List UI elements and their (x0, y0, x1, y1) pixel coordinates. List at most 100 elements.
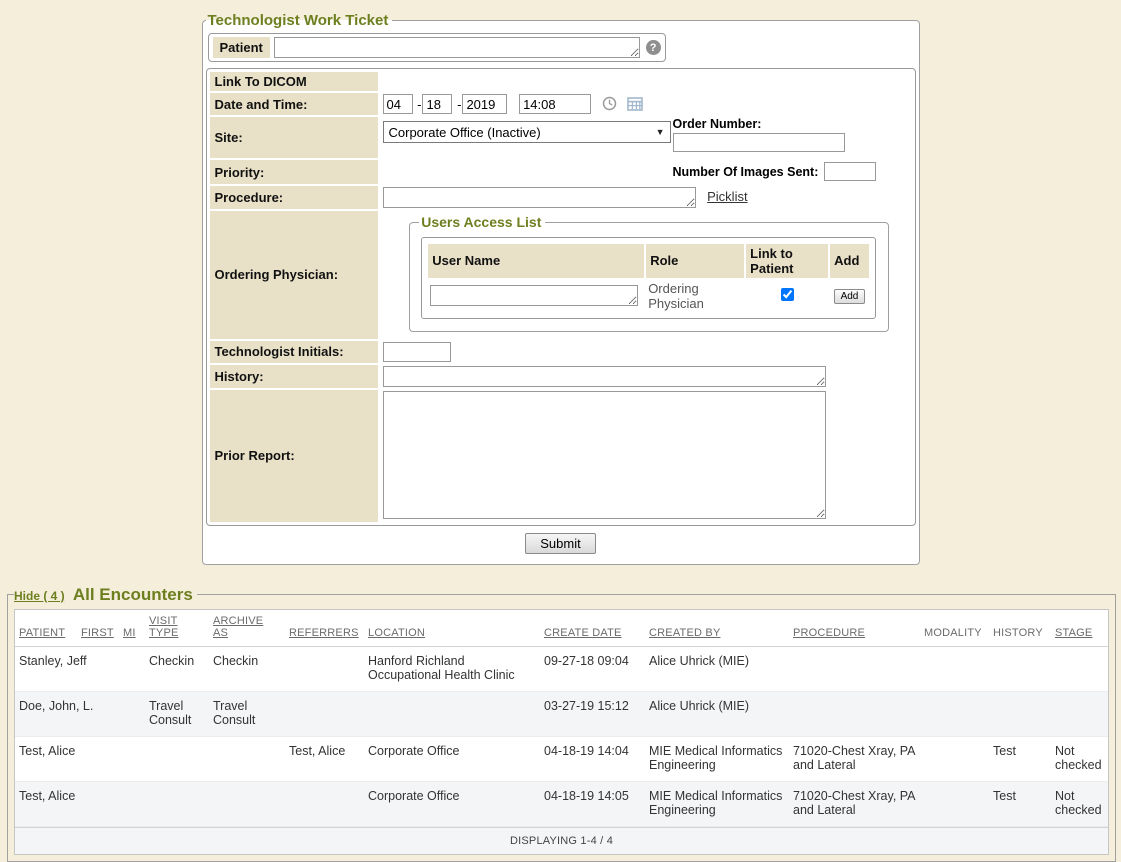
cell-mi (119, 646, 145, 691)
cell-stage (1051, 691, 1108, 736)
date-year-input[interactable] (462, 94, 507, 114)
role-value: Ordering Physician (646, 280, 744, 312)
tech-initials-label: Technologist Initials: (210, 341, 378, 363)
col-first[interactable]: FIRST (77, 610, 119, 647)
submit-row: Submit (206, 526, 916, 560)
col-patient[interactable]: PATIENT (15, 610, 77, 647)
encounter-row[interactable]: Stanley, Jeff Checkin Checkin Hanford Ri… (15, 646, 1108, 691)
col-procedure[interactable]: PROCEDURE (789, 610, 920, 647)
col-user-name: User Name (428, 244, 644, 278)
priority-row: Priority: Number Of Images Sent: (210, 160, 912, 184)
col-location[interactable]: LOCATION (364, 610, 540, 647)
cell-first (77, 781, 119, 826)
users-access-box: User Name Role Link to Patient Add Order… (421, 237, 876, 319)
help-icon[interactable]: ? (646, 40, 661, 55)
link-to-patient-checkbox[interactable] (781, 288, 794, 301)
procedure-input[interactable] (383, 187, 696, 208)
cell-history (989, 691, 1051, 736)
cell-stage (1051, 646, 1108, 691)
cell-location (364, 691, 540, 736)
encounter-row[interactable]: Test, Alice Test, Alice Corporate Office… (15, 736, 1108, 781)
cell-visit-type: Travel Consult (145, 691, 209, 736)
col-stage[interactable]: STAGE (1051, 610, 1108, 647)
procedure-row: Procedure: Picklist (210, 186, 912, 209)
col-add: Add (830, 244, 869, 278)
images-sent-group: Number Of Images Sent: (673, 162, 877, 181)
col-archive-as[interactable]: ARCHIVE AS (209, 610, 285, 647)
cell-history (989, 646, 1051, 691)
col-link-to-patient: Link to Patient (746, 244, 828, 278)
encounters-table-box: PATIENT FIRST MI VISIT TYPE ARCHIVE AS R… (14, 609, 1109, 855)
date-day-input[interactable] (422, 94, 452, 114)
prior-report-label: Prior Report: (210, 390, 378, 522)
work-ticket-fieldset: Technologist Work Ticket Patient ? Link … (202, 12, 920, 565)
cell-modality (920, 646, 989, 691)
prior-report-textarea[interactable] (383, 391, 826, 519)
add-user-button[interactable]: Add (834, 289, 866, 304)
col-created-by[interactable]: CREATED BY (645, 610, 789, 647)
cell-referrers: Test, Alice (285, 736, 364, 781)
cell-referrers (285, 646, 364, 691)
cell-visit-type (145, 781, 209, 826)
time-input[interactable] (519, 94, 591, 114)
cell-create-date: 04-18-19 14:05 (540, 781, 645, 826)
ordering-physician-row: Ordering Physician: Users Access List Us… (210, 211, 912, 339)
patient-input[interactable] (274, 37, 640, 58)
patient-label: Patient (213, 37, 270, 58)
hide-link[interactable]: Hide ( 4 ) (14, 589, 65, 603)
cell-created-by: MIE Medical Informatics Engineering (645, 781, 789, 826)
cell-stage: Not checked (1051, 781, 1108, 826)
encounters-section: Hide ( 4 ) All Encounters PATIENT FIRST … (7, 585, 1116, 862)
history-label: History: (210, 365, 378, 388)
col-visit-type[interactable]: VISIT TYPE (145, 610, 209, 647)
cell-procedure: 71020-Chest Xray, PA and Lateral (789, 781, 920, 826)
cell-created-by: Alice Uhrick (MIE) (645, 691, 789, 736)
tech-initials-input[interactable] (383, 342, 451, 362)
user-name-input[interactable] (430, 285, 638, 306)
col-mi[interactable]: MI (119, 610, 145, 647)
users-access-row: Ordering Physician Add (428, 280, 869, 312)
history-input[interactable] (383, 366, 826, 387)
calendar-icon[interactable] (627, 96, 643, 114)
col-referrers[interactable]: REFERRERS (285, 610, 364, 647)
cell-referrers (285, 781, 364, 826)
cell-patient: Test, Alice (15, 781, 77, 826)
col-create-date[interactable]: CREATE DATE (540, 610, 645, 647)
clock-icon[interactable] (602, 96, 617, 114)
cell-archive-as (209, 781, 285, 826)
procedure-label: Procedure: (210, 186, 378, 209)
col-modality: MODALITY (920, 610, 989, 647)
picklist-link[interactable]: Picklist (707, 189, 747, 204)
images-sent-label: Number Of Images Sent: (673, 165, 819, 179)
order-number-group: Order Number: (673, 117, 845, 152)
ticket-fields-box: Link To DICOM Date and Time: - - (206, 68, 916, 526)
date-time-row: Date and Time: - - (210, 93, 912, 115)
work-ticket-section: Technologist Work Ticket Patient ? Link … (202, 12, 920, 565)
cell-referrers (285, 691, 364, 736)
cell-procedure: 71020-Chest Xray, PA and Lateral (789, 736, 920, 781)
encounter-row[interactable]: Doe, John, L. Travel Consult Travel Cons… (15, 691, 1108, 736)
cell-created-by: Alice Uhrick (MIE) (645, 646, 789, 691)
cell-first (77, 691, 119, 736)
cell-patient: Doe, John, L. (15, 691, 77, 736)
encounter-row[interactable]: Test, Alice Corporate Office 04-18-19 14… (15, 781, 1108, 826)
cell-visit-type (145, 736, 209, 781)
cell-modality (920, 691, 989, 736)
cell-history: Test (989, 781, 1051, 826)
encounters-title: All Encounters (73, 585, 193, 604)
images-sent-input[interactable] (824, 162, 876, 181)
chevron-down-icon: ▼ (656, 127, 665, 137)
date-month-input[interactable] (383, 94, 413, 114)
order-number-input[interactable] (673, 133, 845, 152)
link-to-dicom-row: Link To DICOM (210, 72, 912, 91)
cell-stage: Not checked (1051, 736, 1108, 781)
site-select[interactable]: Corporate Office (Inactive) ▼ (383, 121, 671, 143)
work-ticket-title: Technologist Work Ticket (206, 12, 393, 29)
encounters-header-row: PATIENT FIRST MI VISIT TYPE ARCHIVE AS R… (15, 610, 1108, 647)
encounters-table: PATIENT FIRST MI VISIT TYPE ARCHIVE AS R… (15, 610, 1108, 827)
history-row: History: (210, 365, 912, 388)
cell-create-date: 04-18-19 14:04 (540, 736, 645, 781)
submit-button[interactable]: Submit (525, 533, 595, 554)
cell-procedure (789, 646, 920, 691)
priority-label: Priority: (210, 160, 378, 184)
